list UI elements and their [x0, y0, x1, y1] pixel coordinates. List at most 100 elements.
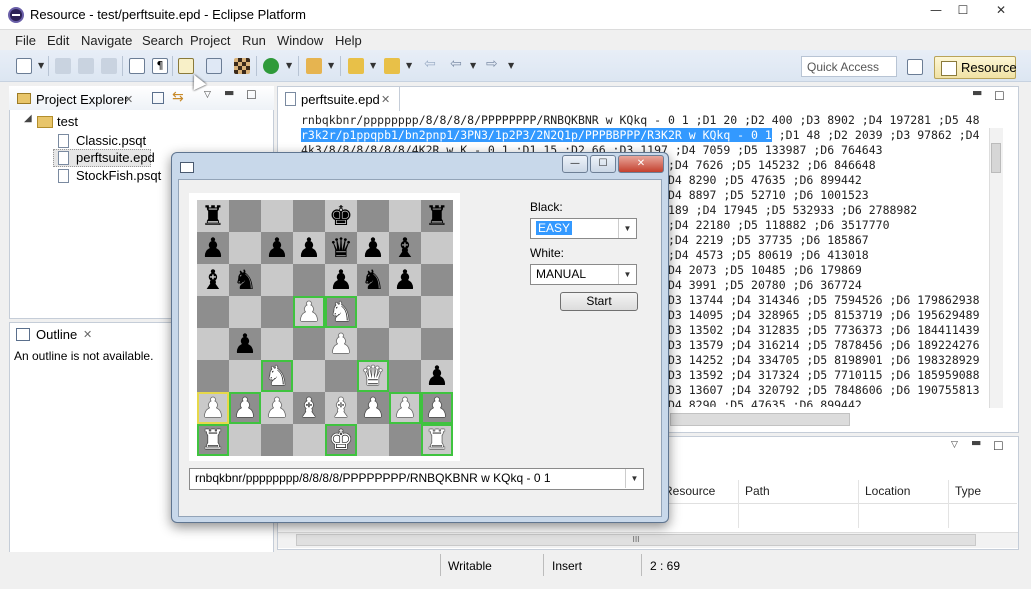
- chevron-down-icon[interactable]: ▼: [328, 61, 334, 70]
- square-e7[interactable]: ♛: [325, 232, 357, 264]
- editor-hscroll-thumb[interactable]: [670, 413, 850, 426]
- chessboard-icon[interactable]: [234, 58, 250, 74]
- square-d1[interactable]: [293, 424, 325, 456]
- square-a1[interactable]: ♜: [197, 424, 229, 456]
- square-h6[interactable]: [421, 264, 453, 296]
- close-button[interactable]: ✕: [986, 0, 1016, 20]
- previous-annotation-icon[interactable]: [384, 58, 400, 74]
- white-queen-icon[interactable]: ♛: [361, 363, 385, 390]
- white-bishop-icon[interactable]: ♝: [329, 395, 353, 422]
- white-pawn-icon[interactable]: ♟: [201, 395, 225, 422]
- white-knight-icon[interactable]: ♞: [265, 363, 289, 390]
- problems-hscroll-thumb[interactable]: III: [296, 534, 976, 546]
- square-a7[interactable]: ♟: [197, 232, 229, 264]
- expand-icon[interactable]: ◢: [24, 113, 32, 124]
- tab-outline[interactable]: Outline: [36, 327, 77, 342]
- save-all-icon[interactable]: [78, 58, 94, 74]
- resource-perspective-button[interactable]: Resource: [934, 56, 1017, 79]
- chevron-down-icon[interactable]: ▼: [470, 61, 476, 70]
- file-stockfish-psqt[interactable]: StockFish.psqt: [76, 168, 161, 183]
- square-f4[interactable]: [357, 328, 389, 360]
- column-type[interactable]: Type: [955, 484, 981, 498]
- chevron-down-icon[interactable]: ▼: [38, 61, 44, 70]
- square-g5[interactable]: [389, 296, 421, 328]
- back-icon[interactable]: ⇦: [450, 56, 466, 72]
- square-a2[interactable]: ♟: [197, 392, 229, 424]
- square-f5[interactable]: [357, 296, 389, 328]
- square-c3[interactable]: ♞: [261, 360, 293, 392]
- square-g1[interactable]: [389, 424, 421, 456]
- toggle-block-icon[interactable]: [129, 58, 145, 74]
- project-test[interactable]: test: [57, 114, 78, 129]
- maximize-button[interactable]: ☐: [952, 0, 974, 20]
- close-icon[interactable]: ✕: [381, 93, 390, 106]
- square-a5[interactable]: [197, 296, 229, 328]
- white-pawn-icon[interactable]: ♟: [425, 395, 449, 422]
- square-f2[interactable]: ♟: [357, 392, 389, 424]
- square-d4[interactable]: [293, 328, 325, 360]
- square-b5[interactable]: [229, 296, 261, 328]
- column-location[interactable]: Location: [865, 484, 910, 498]
- square-d5[interactable]: ♟: [293, 296, 325, 328]
- black-knight-icon[interactable]: ♞: [233, 267, 257, 294]
- square-e8[interactable]: ♚: [325, 200, 357, 232]
- square-g3[interactable]: [389, 360, 421, 392]
- white-pawn-icon[interactable]: ♟: [329, 331, 353, 358]
- square-f1[interactable]: [357, 424, 389, 456]
- square-d2[interactable]: ♝: [293, 392, 325, 424]
- black-pawn-icon[interactable]: ♟: [201, 235, 225, 262]
- new-icon[interactable]: [16, 58, 32, 74]
- scrollbar-thumb[interactable]: [991, 143, 1001, 173]
- square-b4[interactable]: ♟: [229, 328, 261, 360]
- menu-help[interactable]: Help: [335, 33, 362, 48]
- square-e6[interactable]: ♟: [325, 264, 357, 296]
- square-h2[interactable]: ♟: [421, 392, 453, 424]
- black-pawn-icon[interactable]: ♟: [297, 235, 321, 262]
- open-perspective-icon[interactable]: [907, 59, 923, 75]
- close-icon[interactable]: ✕: [124, 93, 133, 106]
- square-b6[interactable]: ♞: [229, 264, 261, 296]
- black-bishop-icon[interactable]: ♝: [393, 235, 417, 262]
- chevron-down-icon[interactable]: ▼: [370, 61, 376, 70]
- square-d6[interactable]: [293, 264, 325, 296]
- collapse-all-icon[interactable]: [152, 92, 164, 104]
- black-pawn-icon[interactable]: ♟: [361, 235, 385, 262]
- minimize-view-icon[interactable]: ▬: [972, 86, 982, 99]
- start-button[interactable]: Start: [560, 292, 638, 311]
- square-d8[interactable]: [293, 200, 325, 232]
- psqt-icon[interactable]: [206, 58, 222, 74]
- view-menu-icon[interactable]: ▽: [951, 440, 958, 450]
- square-g8[interactable]: [389, 200, 421, 232]
- black-pawn-icon[interactable]: ♟: [233, 331, 257, 358]
- menu-navigate[interactable]: Navigate: [81, 33, 132, 48]
- maximize-view-icon[interactable]: ☐: [993, 439, 1004, 453]
- square-h1[interactable]: ♜: [421, 424, 453, 456]
- pilcrow-icon[interactable]: ¶: [152, 58, 168, 74]
- tab-project-explorer[interactable]: Project Explorer: [36, 92, 128, 107]
- white-pawn-icon[interactable]: ♟: [361, 395, 385, 422]
- square-c7[interactable]: ♟: [261, 232, 293, 264]
- square-a4[interactable]: [197, 328, 229, 360]
- chevron-down-icon[interactable]: ▼: [508, 61, 514, 70]
- last-edit-icon[interactable]: ⇦: [424, 56, 440, 72]
- black-queen-icon[interactable]: ♛: [329, 235, 353, 262]
- white-rook-icon[interactable]: ♜: [201, 427, 225, 454]
- square-g2[interactable]: ♟: [389, 392, 421, 424]
- close-icon[interactable]: ✕: [83, 328, 92, 341]
- square-e3[interactable]: [325, 360, 357, 392]
- minimize-view-icon[interactable]: ▬: [224, 86, 234, 99]
- chevron-down-icon[interactable]: ▼: [406, 61, 412, 70]
- menu-file[interactable]: File: [15, 33, 36, 48]
- maximize-view-icon[interactable]: ☐: [246, 88, 257, 102]
- white-pawn-icon[interactable]: ♟: [233, 395, 257, 422]
- quick-access-input[interactable]: Quick Access: [801, 56, 897, 77]
- square-d7[interactable]: ♟: [293, 232, 325, 264]
- black-pawn-icon[interactable]: ♟: [265, 235, 289, 262]
- forward-icon[interactable]: ⇨: [486, 56, 502, 72]
- black-pawn-icon[interactable]: ♟: [393, 267, 417, 294]
- column-path[interactable]: Path: [745, 484, 770, 498]
- chess-board[interactable]: ♜ ♚ ♜ ♟ ♟ ♟ ♛ ♟ ♝ ♝ ♞ ♟ ♞ ♟ ♟ ♞ ♟ ♟ ♞ ♛ ♟ ♟ ♟ ♟ ♝ ♝ ♟ ♟ ♟ ♜ ♚ ♜: [197, 200, 453, 456]
- square-a8[interactable]: ♜: [197, 200, 229, 232]
- white-pawn-icon[interactable]: ♟: [393, 395, 417, 422]
- square-e5[interactable]: ♞: [325, 296, 357, 328]
